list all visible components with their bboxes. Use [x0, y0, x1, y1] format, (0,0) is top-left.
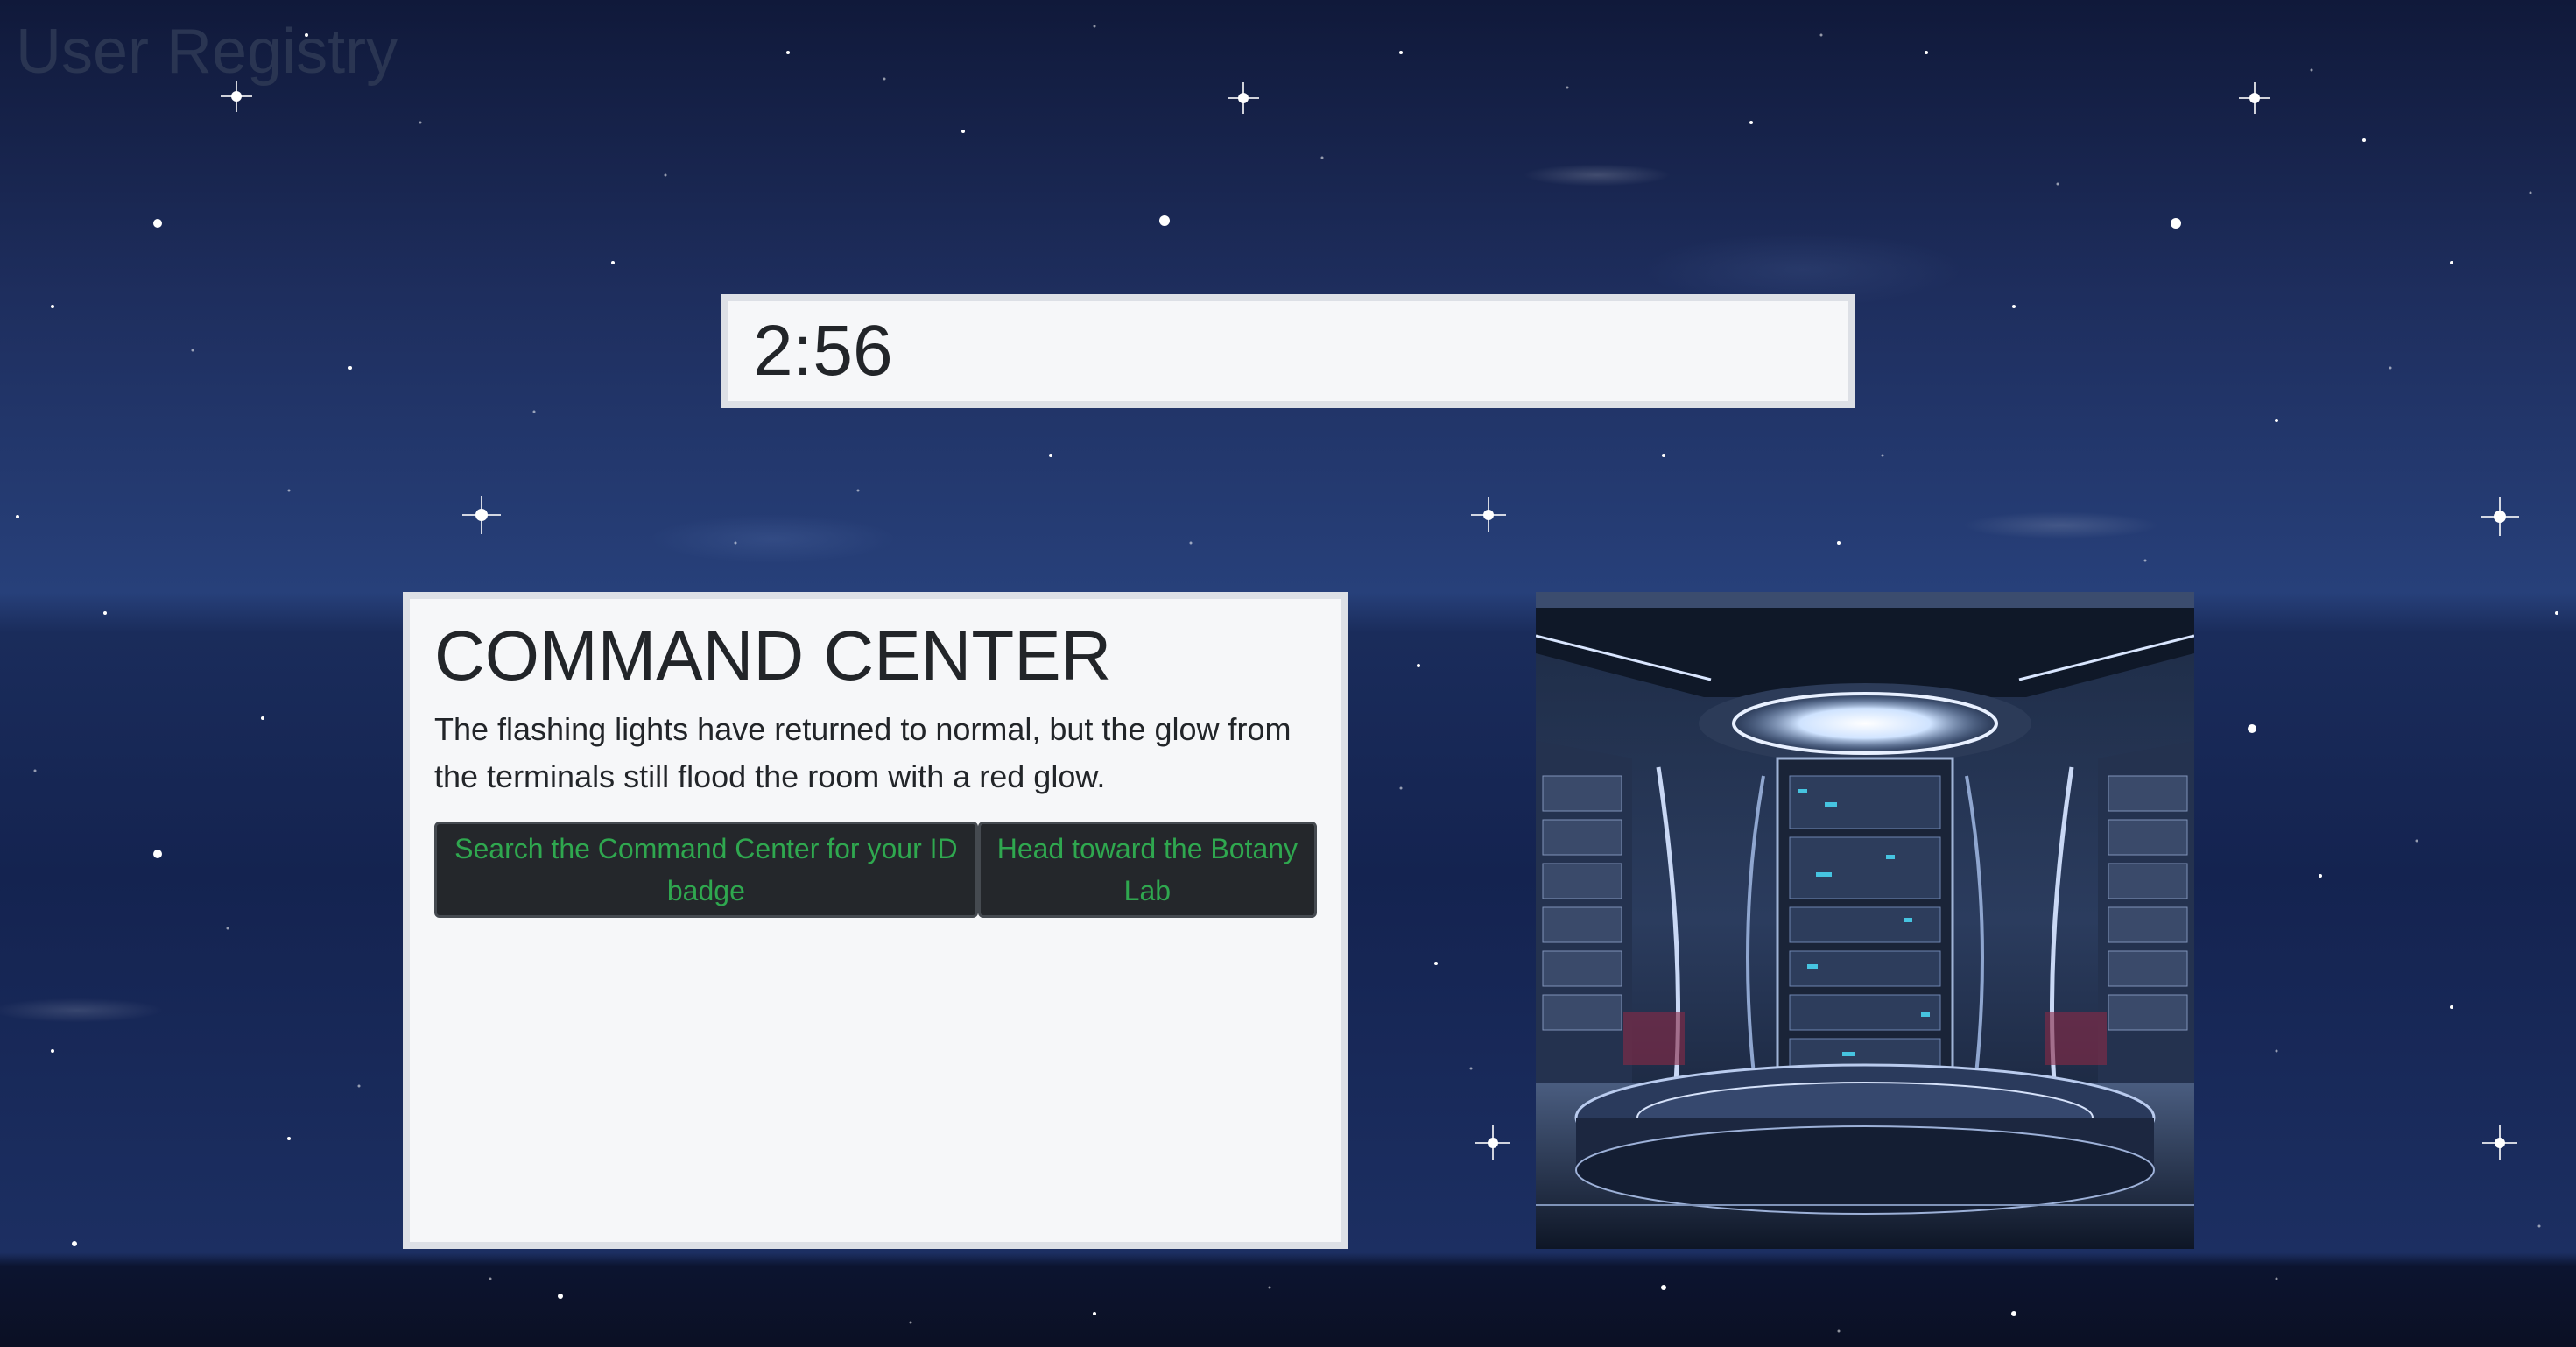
search-id-badge-button[interactable]: Search the Command Center for your ID ba… — [434, 822, 978, 918]
choice-buttons: Search the Command Center for your ID ba… — [434, 822, 1317, 918]
room-description: The flashing lights have returned to nor… — [434, 711, 1292, 794]
botany-lab-button[interactable]: Head toward the Botany Lab — [977, 822, 1317, 918]
command-center-image — [1536, 592, 2194, 1249]
countdown-timer: 2:56 — [721, 294, 1855, 408]
timer-value: 2:56 — [753, 311, 893, 391]
command-center-scene-icon — [1536, 592, 2194, 1249]
room-panel: COMMAND CENTER The flashing lights have … — [403, 592, 1348, 1249]
app-title: User Registry — [16, 17, 398, 87]
room-title: COMMAND CENTER — [434, 617, 1112, 695]
